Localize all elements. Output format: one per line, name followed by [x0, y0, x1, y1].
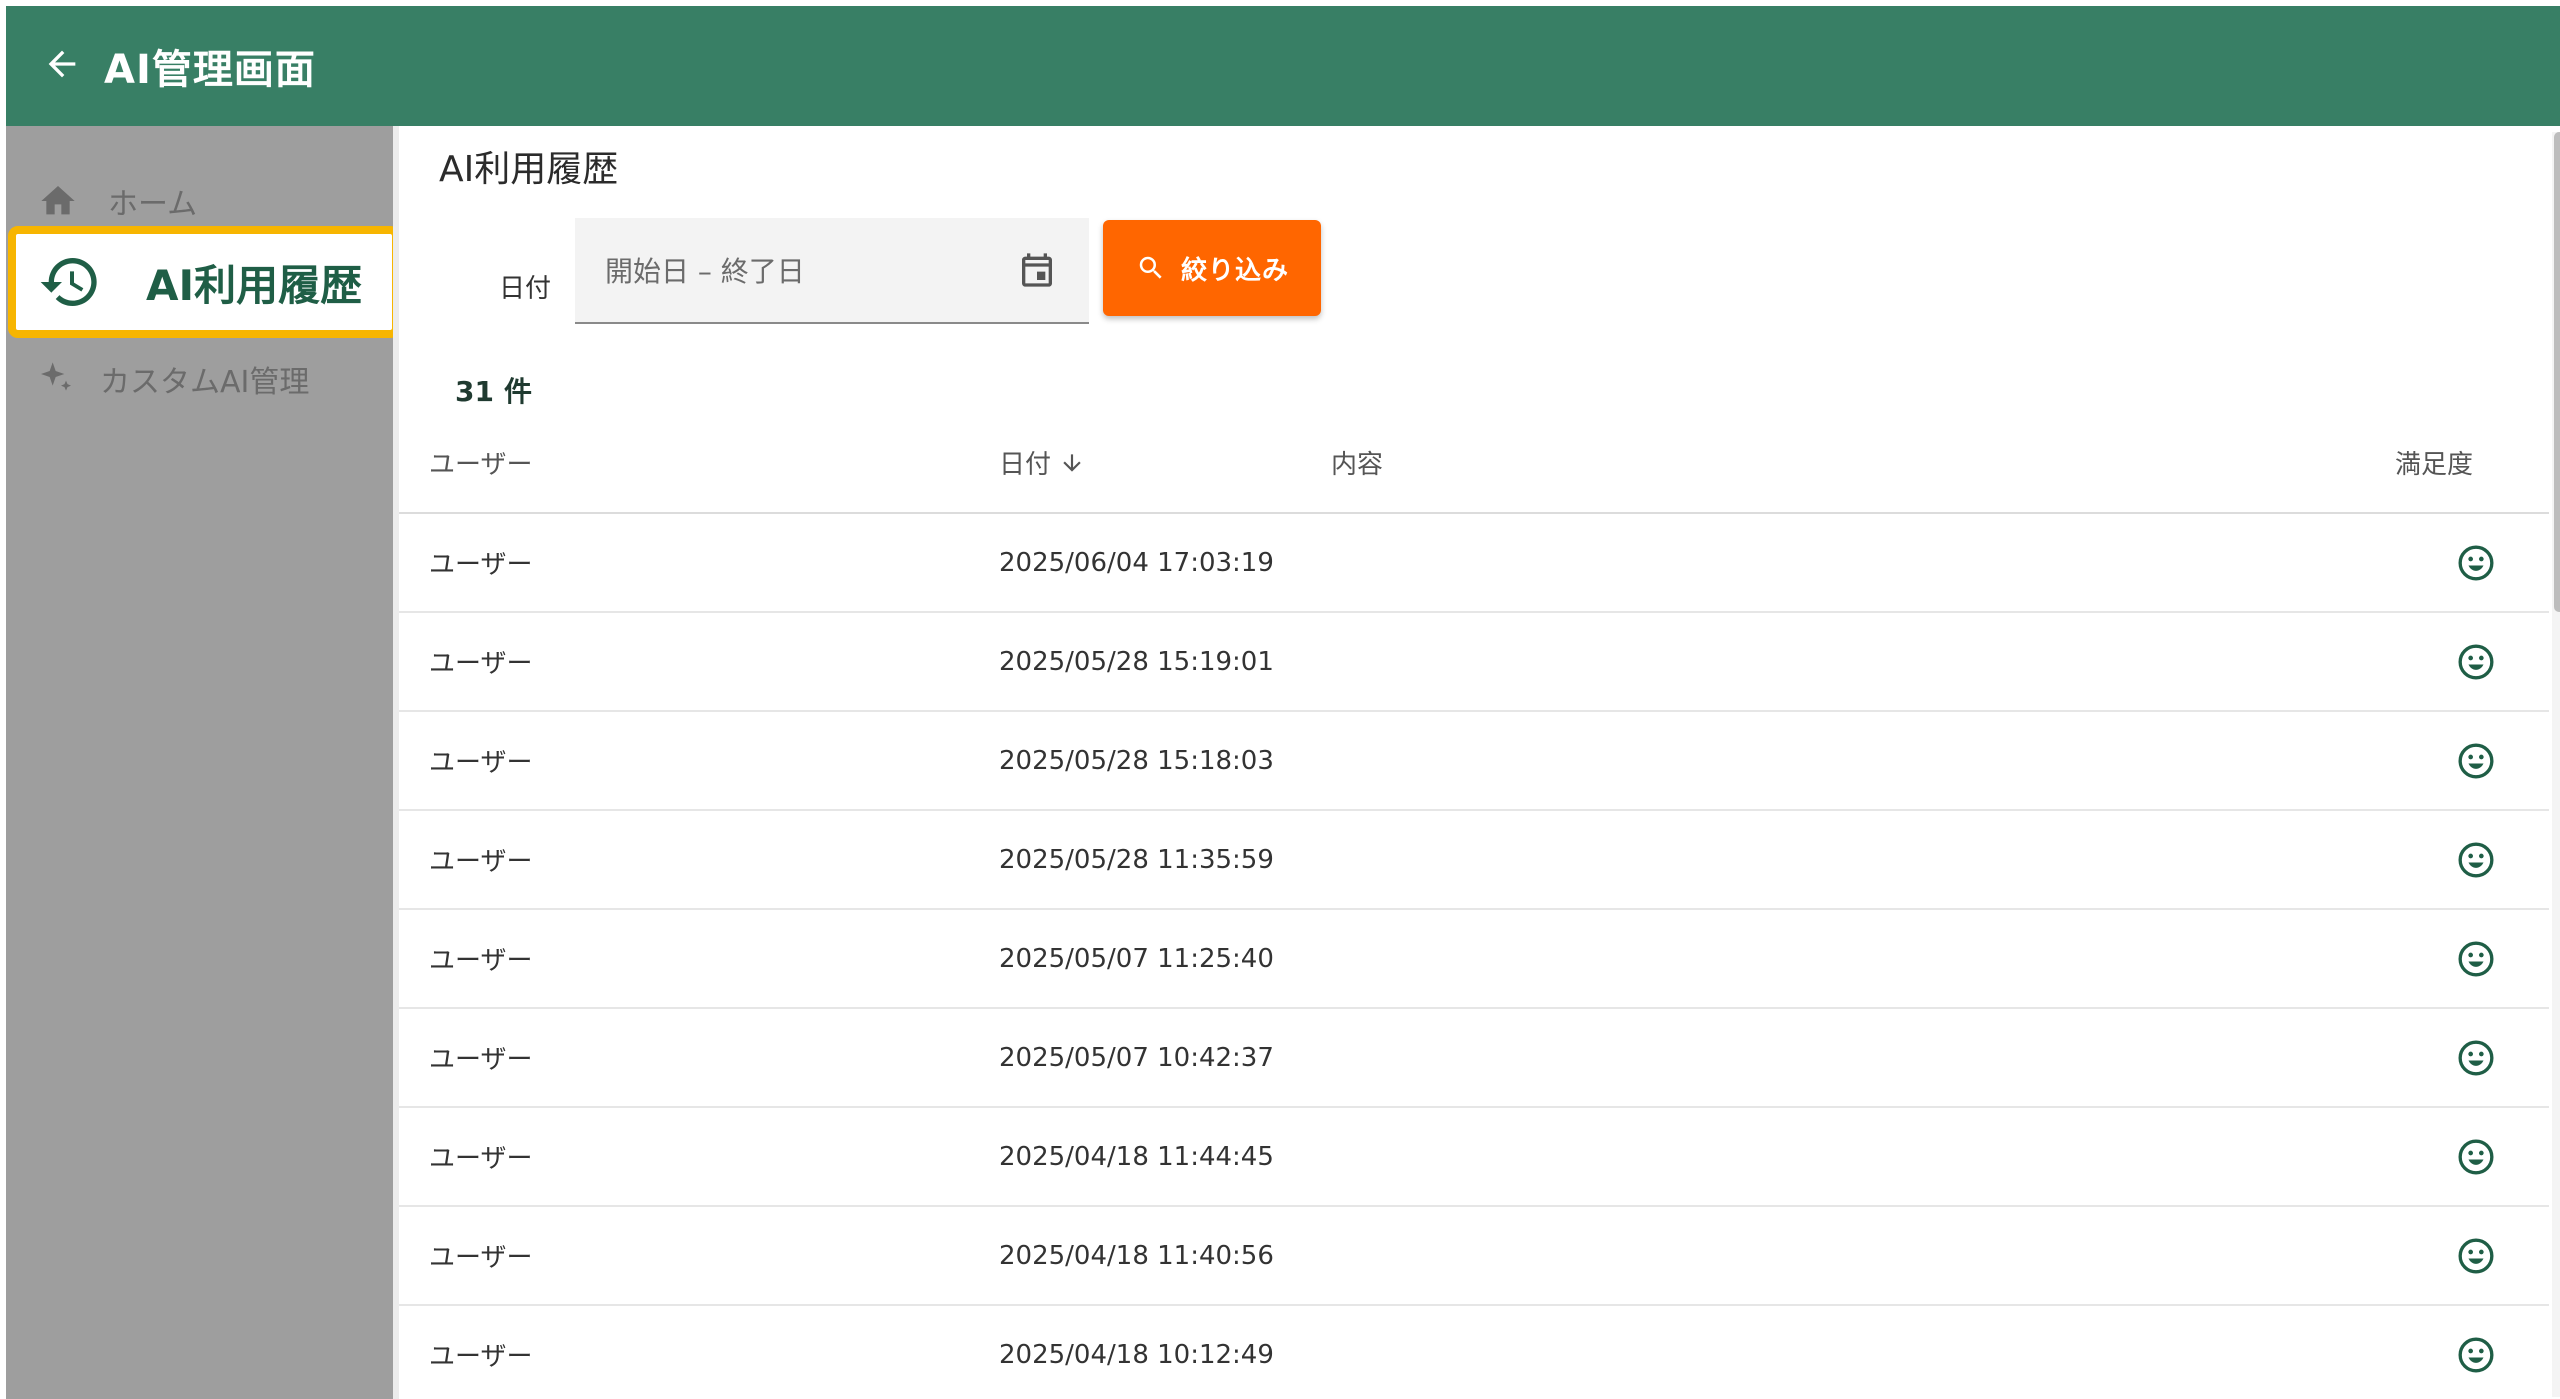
table-row[interactable]: ユーザー 2025/04/18 11:44:45	[399, 1108, 2549, 1207]
cell-content	[1317, 811, 2407, 908]
cell-user: ユーザー	[429, 1243, 533, 1273]
result-count: 31 件	[455, 370, 532, 410]
column-header-label: ユーザー	[429, 450, 533, 480]
column-header-label: 満足度	[2395, 450, 2474, 480]
cell-date: 2025/06/04 17:03:19	[999, 547, 1274, 578]
table-row[interactable]: ユーザー 2025/06/04 17:03:19	[399, 514, 2549, 613]
cell-date: 2025/05/07 10:42:37	[999, 1042, 1274, 1073]
cell-date: 2025/04/18 11:40:56	[999, 1240, 1274, 1271]
cell-satisfaction	[2455, 1009, 2497, 1106]
cell-content	[1317, 613, 2407, 710]
cell-content	[1317, 514, 2407, 611]
smiley-icon	[2455, 1235, 2497, 1277]
smiley-icon	[2455, 839, 2497, 881]
cell-date: 2025/05/28 15:18:03	[999, 745, 1274, 776]
cell-content	[1317, 1108, 2407, 1205]
cell-date: 2025/04/18 11:44:45	[999, 1141, 1274, 1172]
cell-date: 2025/05/28 11:35:59	[999, 844, 1274, 875]
scrollbar-thumb[interactable]	[2554, 132, 2560, 612]
cell-content	[1317, 1009, 2407, 1106]
cell-satisfaction	[2455, 1207, 2497, 1304]
top-app-bar: AI管理画面	[6, 6, 2560, 126]
column-header-satisfaction: 満足度	[2395, 444, 2473, 481]
history-icon	[34, 246, 106, 318]
sort-arrow-down-icon	[1059, 449, 1087, 477]
main-content: AI利用履歴 日付 開始日 – 終了日 絞り込み 31 件 ユーザー 日付 内容…	[393, 126, 2560, 1399]
column-header-content: 内容	[1331, 444, 1383, 481]
table-row[interactable]: ユーザー 2025/05/28 11:35:59	[399, 811, 2549, 910]
cell-content	[1317, 1207, 2407, 1304]
cell-satisfaction	[2455, 1306, 2497, 1399]
smiley-icon	[2455, 1037, 2497, 1079]
back-button[interactable]	[32, 36, 92, 96]
column-header-date[interactable]: 日付	[999, 444, 1087, 481]
smiley-icon	[2455, 1334, 2497, 1376]
table-row[interactable]: ユーザー 2025/05/28 15:18:03	[399, 712, 2549, 811]
cell-content	[1317, 910, 2407, 1007]
smiley-icon	[2455, 1136, 2497, 1178]
cell-user: ユーザー	[429, 748, 533, 778]
smiley-icon	[2455, 740, 2497, 782]
table-row[interactable]: ユーザー 2025/05/07 11:25:40	[399, 910, 2549, 1009]
smiley-icon	[2455, 641, 2497, 683]
home-icon	[34, 177, 82, 225]
cell-satisfaction	[2455, 1108, 2497, 1205]
page-title: AI利用履歴	[439, 149, 619, 190]
history-table-body: ユーザー 2025/06/04 17:03:19 ユーザー 2025/05/28…	[399, 514, 2549, 1399]
sidebar-item-custom-ai[interactable]: カスタムAI管理	[6, 344, 393, 414]
calendar-icon[interactable]	[1015, 248, 1059, 292]
cell-user: ユーザー	[429, 847, 533, 877]
date-range-placeholder: 開始日 – 終了日	[605, 255, 805, 288]
table-row[interactable]: ユーザー 2025/04/18 10:12:49	[399, 1306, 2549, 1399]
cell-satisfaction	[2455, 514, 2497, 611]
filter-button-label: 絞り込み	[1180, 255, 1289, 286]
smiley-icon	[2455, 938, 2497, 980]
cell-satisfaction	[2455, 811, 2497, 908]
date-filter-label: 日付	[499, 274, 552, 304]
filter-button[interactable]: 絞り込み	[1103, 220, 1321, 316]
column-header-label: 内容	[1331, 450, 1384, 480]
app-title: AI管理画面	[104, 47, 316, 93]
vertical-scrollbar[interactable]	[2552, 132, 2560, 1397]
cell-content	[1317, 712, 2407, 809]
cell-content	[1317, 1306, 2407, 1399]
cell-user: ユーザー	[429, 1144, 533, 1174]
cell-user: ユーザー	[429, 1342, 533, 1372]
column-header-label: 日付	[999, 450, 1052, 480]
date-range-input[interactable]: 開始日 – 終了日	[575, 218, 1089, 324]
smiley-icon	[2455, 542, 2497, 584]
cell-user: ユーザー	[429, 1045, 533, 1075]
cell-satisfaction	[2455, 910, 2497, 1007]
cell-user: ユーザー	[429, 550, 533, 580]
cell-user: ユーザー	[429, 649, 533, 679]
arrow-left-icon	[42, 44, 82, 88]
sidebar-item-ai-history[interactable]: AI利用履歴	[8, 226, 400, 338]
table-row[interactable]: ユーザー 2025/04/18 11:40:56	[399, 1207, 2549, 1306]
sidebar-item-label: ホーム	[108, 187, 198, 222]
sidebar-item-label: カスタムAI管理	[100, 365, 310, 400]
table-row[interactable]: ユーザー 2025/05/28 15:19:01	[399, 613, 2549, 712]
column-header-user: ユーザー	[429, 444, 532, 481]
cell-date: 2025/05/07 11:25:40	[999, 943, 1274, 974]
table-row[interactable]: ユーザー 2025/05/07 10:42:37	[399, 1009, 2549, 1108]
result-count-unit: 件	[503, 375, 532, 408]
search-icon	[1135, 252, 1167, 284]
cell-satisfaction	[2455, 613, 2497, 710]
cell-user: ユーザー	[429, 946, 533, 976]
cell-date: 2025/04/18 10:12:49	[999, 1339, 1274, 1370]
sidebar: ホーム AI利用履歴 カスタムAI管理	[6, 126, 400, 1399]
result-count-value: 31	[455, 375, 494, 408]
cell-satisfaction	[2455, 712, 2497, 809]
cell-date: 2025/05/28 15:19:01	[999, 646, 1274, 677]
app-frame: AI管理画面 ホーム AI利用履歴 カスタムAI管理 AI利用履歴 日付 開始日…	[6, 6, 2560, 1399]
sidebar-item-label: AI利用履歴	[146, 260, 363, 310]
sparkle-icon	[32, 355, 80, 403]
